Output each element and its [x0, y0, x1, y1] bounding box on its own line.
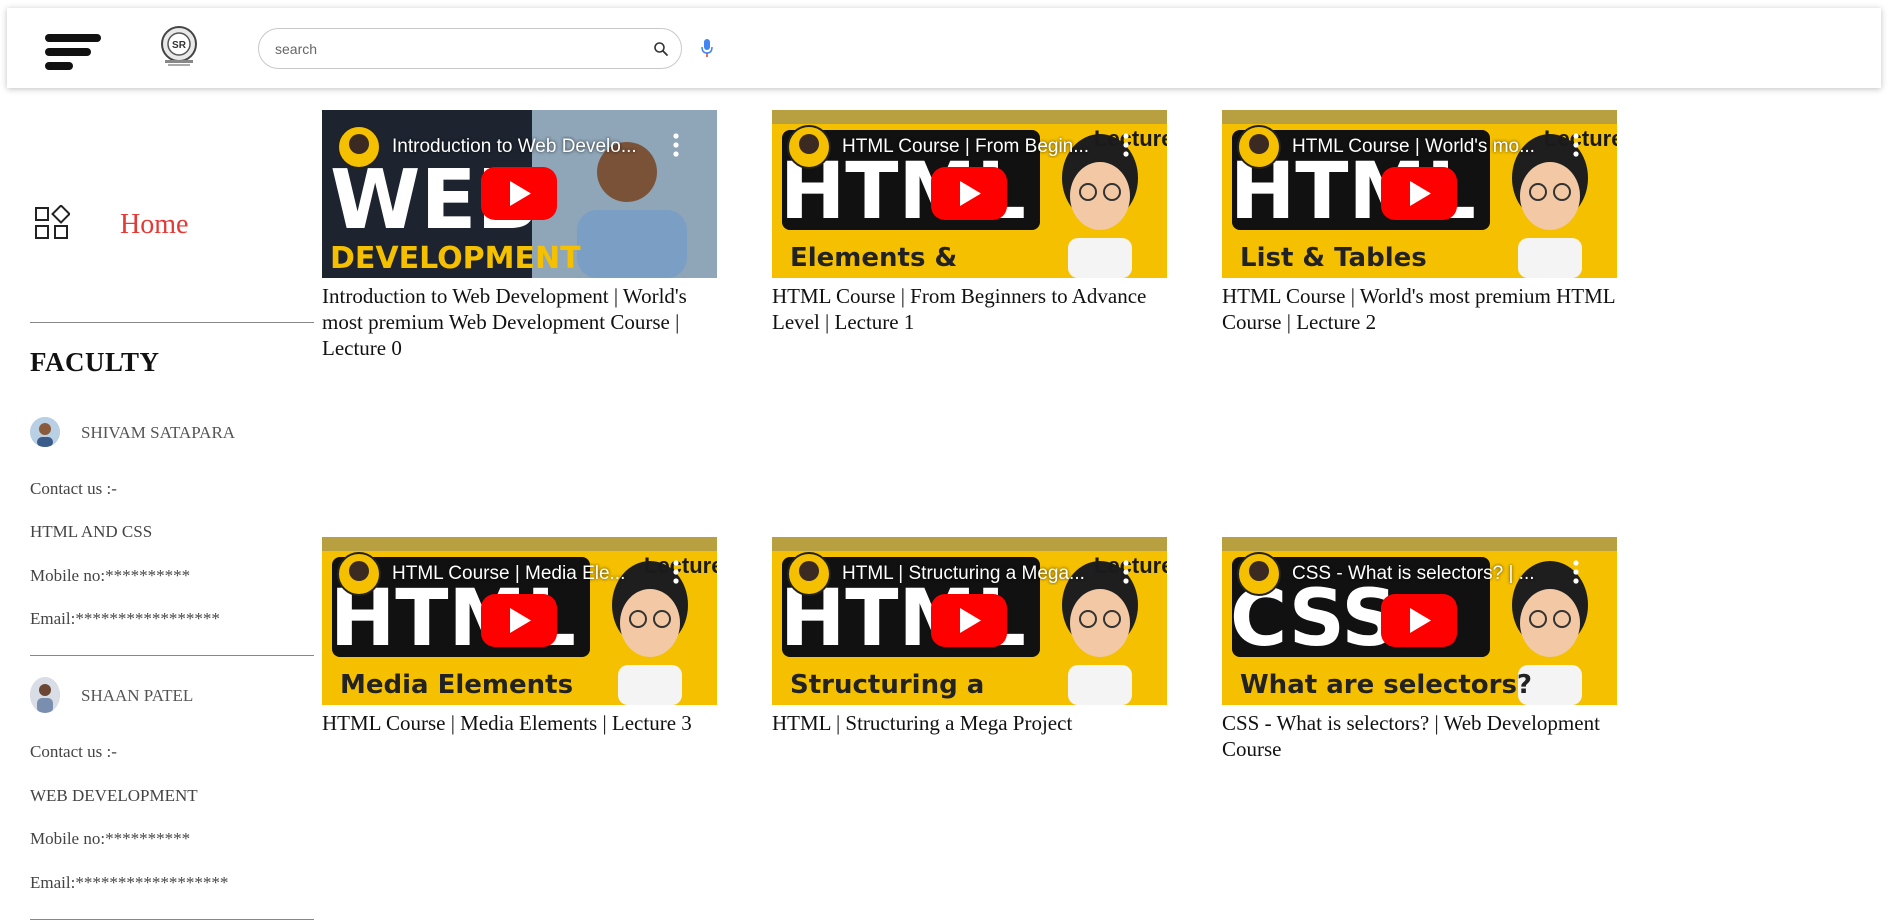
more-vert-icon [1573, 151, 1579, 157]
more-vert-icon [1123, 578, 1129, 584]
more-vert-icon [673, 142, 679, 148]
video-overlay-title[interactable]: HTML | Structuring a Mega... [842, 563, 1112, 585]
channel-avatar-face [349, 561, 369, 581]
channel-avatar-face [1249, 134, 1269, 154]
more-vert-icon [1573, 578, 1579, 584]
more-vert-icon [1123, 133, 1129, 139]
channel-avatar-face [799, 561, 819, 581]
top-header: SR [7, 8, 1881, 88]
divider [30, 655, 314, 656]
faculty-contact-label: Contact us :- [30, 479, 117, 498]
video-title[interactable]: HTML | Structuring a Mega Project [772, 710, 1172, 736]
video-overlay-title[interactable]: CSS - What is selectors? | ... [1292, 563, 1562, 585]
more-vert-icon [673, 151, 679, 157]
cartoon-face [1070, 162, 1130, 230]
video-thumbnail[interactable]: Lecture-1HTMLElements &HTML Course | Fro… [772, 110, 1167, 278]
cartoon-shirt [1068, 665, 1132, 705]
more-vert-icon [1123, 569, 1129, 575]
presenter-shirt [577, 210, 687, 278]
thumbnail-top-band [772, 110, 1167, 124]
avatar [30, 677, 60, 713]
divider [30, 322, 314, 323]
more-vert-icon [1123, 560, 1129, 566]
faculty-name: SHIVAM SATAPARA [81, 423, 236, 442]
thumbnail-subtitle-text: DEVELOPMENT [330, 241, 581, 276]
cartoon-face [1520, 162, 1580, 230]
video-thumbnail[interactable]: CSS What are selectors? CSS - What is sele… [1222, 537, 1617, 705]
faculty-subject: HTML AND CSS [30, 522, 153, 541]
video-title[interactable]: HTML Course | World's most premium HTML … [1222, 283, 1622, 335]
hamburger-menu-icon[interactable] [45, 28, 105, 74]
brand-logo-icon[interactable]: SR [159, 24, 199, 68]
thumbnail-subtitle-text: Structuring a [790, 670, 984, 700]
faculty-mobile: Mobile no:********** [30, 829, 191, 848]
cartoon-face [1520, 589, 1580, 657]
search-input[interactable] [275, 38, 635, 60]
svg-text:SR: SR [172, 40, 187, 51]
channel-avatar-face [799, 134, 819, 154]
video-thumbnail[interactable]: Lecture-2HTMLList & TablesHTML Course | … [1222, 110, 1617, 278]
search-icon[interactable] [653, 41, 669, 57]
faculty-subject: WEB DEVELOPMENT [30, 786, 198, 805]
video-title[interactable]: CSS - What is selectors? | Web Developme… [1222, 710, 1622, 762]
thumbnail-subtitle-text: What are selectors? [1240, 670, 1532, 700]
more-vert-icon [1573, 569, 1579, 575]
cartoon-shirt [618, 665, 682, 705]
home-grid-icon [34, 204, 71, 241]
more-vert-icon [1573, 560, 1579, 566]
mic-icon[interactable] [700, 38, 714, 58]
video-title[interactable]: Introduction to Web Development | World'… [322, 283, 722, 361]
video-thumbnail[interactable]: Lecture-4HTMLStructuring aHTML | Structu… [772, 537, 1167, 705]
thumbnail-top-band [1222, 110, 1617, 124]
more-vert-icon [673, 560, 679, 566]
video-thumbnail[interactable]: WEB DEVELOPMENT Introduction to Web Develo… [322, 110, 717, 278]
thumbnail-top-band [772, 537, 1167, 551]
video-title[interactable]: HTML Course | From Beginners to Advance … [772, 283, 1172, 335]
thumbnail-top-band [322, 537, 717, 551]
faculty-name: SHAAN PATEL [81, 686, 194, 705]
cartoon-face [1070, 589, 1130, 657]
thumbnail-subtitle-text: Media Elements [340, 670, 573, 700]
video-overlay-title[interactable]: Introduction to Web Develo... [392, 136, 662, 158]
more-vert-icon [673, 569, 679, 575]
video-overlay-title[interactable]: HTML Course | From Begin... [842, 136, 1112, 158]
video-thumbnail[interactable]: Lecture-3HTMLMedia ElementsHTML Course |… [322, 537, 717, 705]
cartoon-face [620, 589, 680, 657]
sidebar: Home FACULTY SHIVAM SATAPARA Contact us … [30, 95, 314, 921]
more-vert-icon [673, 578, 679, 584]
divider [30, 919, 314, 920]
channel-avatar-face [349, 134, 369, 154]
more-vert-icon [1123, 151, 1129, 157]
faculty-contact-label: Contact us :- [30, 742, 117, 761]
sidebar-item-home[interactable]: Home [30, 204, 314, 251]
more-vert-icon [673, 133, 679, 139]
channel-avatar-face [1249, 561, 1269, 581]
video-overlay-title[interactable]: HTML Course | Media Ele... [392, 563, 662, 585]
faculty-email: Email:****************** [30, 873, 229, 892]
faculty-mobile: Mobile no:********** [30, 566, 191, 585]
faculty-email: Email:***************** [30, 609, 220, 628]
thumbnail-subtitle-text: Elements & [790, 243, 957, 273]
thumbnail-top-band [1222, 537, 1617, 551]
thumbnail-subtitle-text: List & Tables [1240, 243, 1427, 273]
cartoon-shirt [1518, 238, 1582, 278]
home-label: Home [120, 209, 189, 240]
more-vert-icon [1573, 133, 1579, 139]
cartoon-shirt [1068, 238, 1132, 278]
search-bar [258, 28, 682, 69]
more-vert-icon [1123, 142, 1129, 148]
more-vert-icon [1573, 142, 1579, 148]
avatar [30, 417, 60, 447]
faculty-heading: FACULTY [30, 347, 160, 377]
video-overlay-title[interactable]: HTML Course | World's mo... [1292, 136, 1562, 158]
video-title[interactable]: HTML Course | Media Elements | Lecture 3 [322, 710, 722, 736]
